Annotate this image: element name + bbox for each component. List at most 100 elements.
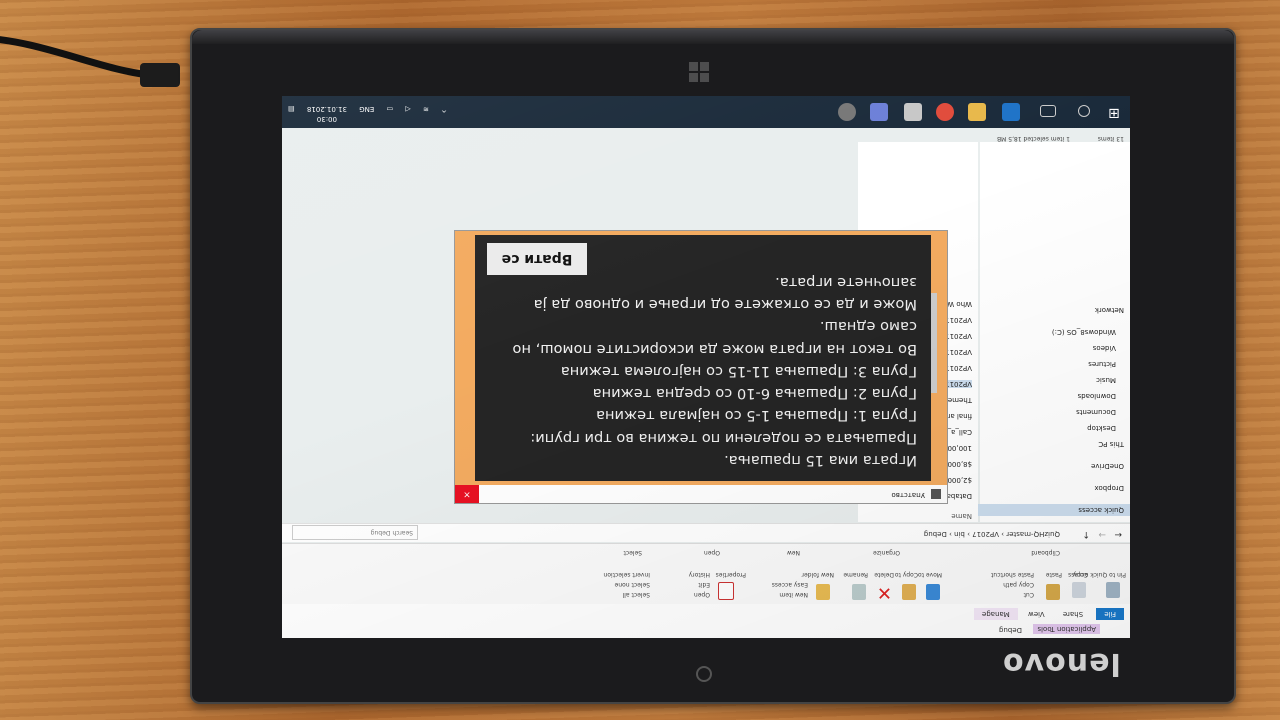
navigation-pane: Quick access Dropbox OneDrive This PC De… <box>974 142 1130 522</box>
nav-onedrive[interactable]: OneDrive <box>1091 462 1124 470</box>
delete-icon[interactable]: ✕ <box>877 582 892 603</box>
system-tray: ^ ≋ ◁ ▭ ENG 00:30 31.01.2018 ▤ <box>288 104 457 124</box>
nav-dropbox[interactable]: Dropbox <box>1095 484 1125 492</box>
file-explorer-icon[interactable] <box>968 103 986 121</box>
column-header-name[interactable]: Name <box>951 512 972 520</box>
clipboard-group-label: Clipboard <box>1031 549 1060 556</box>
copy-icon[interactable] <box>1072 582 1086 598</box>
camera-icon <box>696 666 712 682</box>
nav-this-pc[interactable]: This PC <box>1098 440 1124 448</box>
address-bar: ← → ↑ QuizHQ-master › VP2017 › bin › Deb… <box>282 523 1130 542</box>
status-items: 13 items <box>1097 135 1124 142</box>
invert-selection-button[interactable]: Invert selection <box>603 571 650 578</box>
clock-time: 00:30 <box>316 115 337 123</box>
properties-button[interactable]: Properties <box>716 571 746 578</box>
rename-icon[interactable] <box>852 584 866 600</box>
edit-button[interactable]: Edit <box>698 581 710 588</box>
history-button[interactable]: History <box>689 571 710 578</box>
chevron-up-icon[interactable]: ^ <box>441 105 447 113</box>
up-arrow-icon[interactable]: ↑ <box>1082 529 1090 539</box>
scrollbar[interactable] <box>931 293 937 393</box>
wifi-icon[interactable]: ≋ <box>423 105 429 113</box>
task-view-icon[interactable] <box>1040 105 1056 117</box>
dialog-body: Играта има 15 прашања. Прашањата се поде… <box>475 235 937 481</box>
tab-share[interactable]: Share <box>1055 608 1091 620</box>
search-input[interactable]: Search Debug <box>292 525 418 540</box>
app-tools-label: Application Tools <box>1033 624 1100 634</box>
edge-icon[interactable] <box>1002 103 1020 121</box>
dialog-title-bar: Упатство × <box>455 485 947 503</box>
nav-drive-c[interactable]: Windows8_OS (C:) <box>1052 328 1116 336</box>
new-folder-icon[interactable] <box>816 584 830 600</box>
nav-documents[interactable]: Documents <box>1076 408 1116 416</box>
notifications-icon[interactable]: ▤ <box>288 105 295 113</box>
move-to-icon[interactable] <box>926 584 940 600</box>
cortana-icon[interactable] <box>1078 105 1090 117</box>
pin-icon[interactable] <box>1106 582 1120 598</box>
power-cable <box>0 36 180 87</box>
copy-button[interactable]: Copy <box>1073 571 1088 578</box>
store-icon[interactable] <box>904 103 922 121</box>
keyboard-icon[interactable]: ▭ <box>387 105 394 113</box>
rename-button[interactable]: Rename <box>843 571 868 578</box>
paste-shortcut-button[interactable]: Paste shortcut <box>991 571 1034 578</box>
ribbon-tabs: File Home Share View Manage <box>282 604 1130 620</box>
quiz-app-icon[interactable] <box>838 103 856 121</box>
nav-downloads[interactable]: Downloads <box>1078 392 1116 400</box>
bezel-highlight <box>192 30 1234 44</box>
ribbon: Pin to Quick access Copy Paste Cut Copy … <box>282 543 1130 604</box>
nav-desktop[interactable]: Desktop <box>1087 424 1116 432</box>
start-icon[interactable]: ⊞ <box>1102 103 1120 121</box>
open-group-label: Open <box>703 549 720 556</box>
select-group-label: Select <box>623 549 642 556</box>
paste-icon[interactable] <box>1046 584 1060 600</box>
visual-studio-icon[interactable] <box>870 103 888 121</box>
tab-manage[interactable]: Manage <box>973 608 1018 620</box>
forward-arrow-icon[interactable]: → <box>1098 529 1106 539</box>
instructions-dialog: Упатство × Играта има 15 прашања. Прашањ… <box>454 230 948 504</box>
organize-group-label: Organize <box>873 549 900 556</box>
select-all-button[interactable]: Select all <box>623 591 650 598</box>
status-selected: 1 item selected 18,5 MB <box>997 135 1070 142</box>
paste-button[interactable]: Paste <box>1046 571 1062 578</box>
chrome-icon[interactable] <box>936 103 954 121</box>
screen: Application Tools Debug File Home Share … <box>282 96 1130 638</box>
app-icon <box>931 489 941 499</box>
instructions-text: Играта има 15 прашања. Прашањата се поде… <box>512 273 917 469</box>
new-item-button[interactable]: New item <box>779 591 808 598</box>
clock-date: 31.01.2018 <box>306 105 347 113</box>
back-arrow-icon[interactable]: ← <box>1114 529 1122 539</box>
easy-access-button[interactable]: Easy access <box>772 581 808 588</box>
volume-icon[interactable]: ◁ <box>405 105 410 113</box>
file-item-selected[interactable]: VP2017 <box>945 380 972 388</box>
copy-to-icon[interactable] <box>902 584 916 600</box>
title-bar: Application Tools Debug <box>282 619 1130 638</box>
nav-network[interactable]: Network <box>1095 306 1124 314</box>
taskbar: ⊞ ^ ≋ ◁ ▭ ENG 00:30 31.01.2018 ▤ <box>282 96 1130 128</box>
delete-button[interactable]: Delete <box>874 571 894 578</box>
tab-file[interactable]: File <box>1096 608 1124 620</box>
open-button[interactable]: Open <box>694 591 710 598</box>
tab-view[interactable]: View <box>1020 608 1053 620</box>
properties-icon[interactable] <box>718 582 734 600</box>
copy-to-button[interactable]: Copy to <box>895 571 918 578</box>
status-bar: 13 items 1 item selected 18,5 MB <box>282 130 1130 142</box>
new-group-label: New <box>786 549 800 556</box>
nav-pictures[interactable]: Pictures <box>1088 360 1116 368</box>
address-path[interactable]: QuizHQ-master › VP2017 › bin › Debug <box>924 530 1060 538</box>
windows-logo-icon[interactable] <box>689 62 709 82</box>
nav-quick-access[interactable]: Quick access <box>974 504 1130 516</box>
move-to-button[interactable]: Move to <box>918 571 942 578</box>
select-none-button[interactable]: Select none <box>615 581 650 588</box>
close-button[interactable]: × <box>455 485 479 503</box>
brand-logo: lenovo <box>1002 646 1121 681</box>
dialog-title: Упатство <box>891 491 925 499</box>
language-indicator[interactable]: ENG <box>359 105 374 113</box>
copy-path-button[interactable]: Copy path <box>1003 581 1034 588</box>
new-folder-button[interactable]: New folder <box>802 571 834 578</box>
cut-button[interactable]: Cut <box>1024 591 1034 598</box>
back-button[interactable]: Врати се <box>487 243 587 275</box>
nav-videos[interactable]: Videos <box>1093 344 1116 352</box>
clock[interactable]: 00:30 31.01.2018 <box>307 104 347 124</box>
nav-music[interactable]: Music <box>1096 376 1116 384</box>
